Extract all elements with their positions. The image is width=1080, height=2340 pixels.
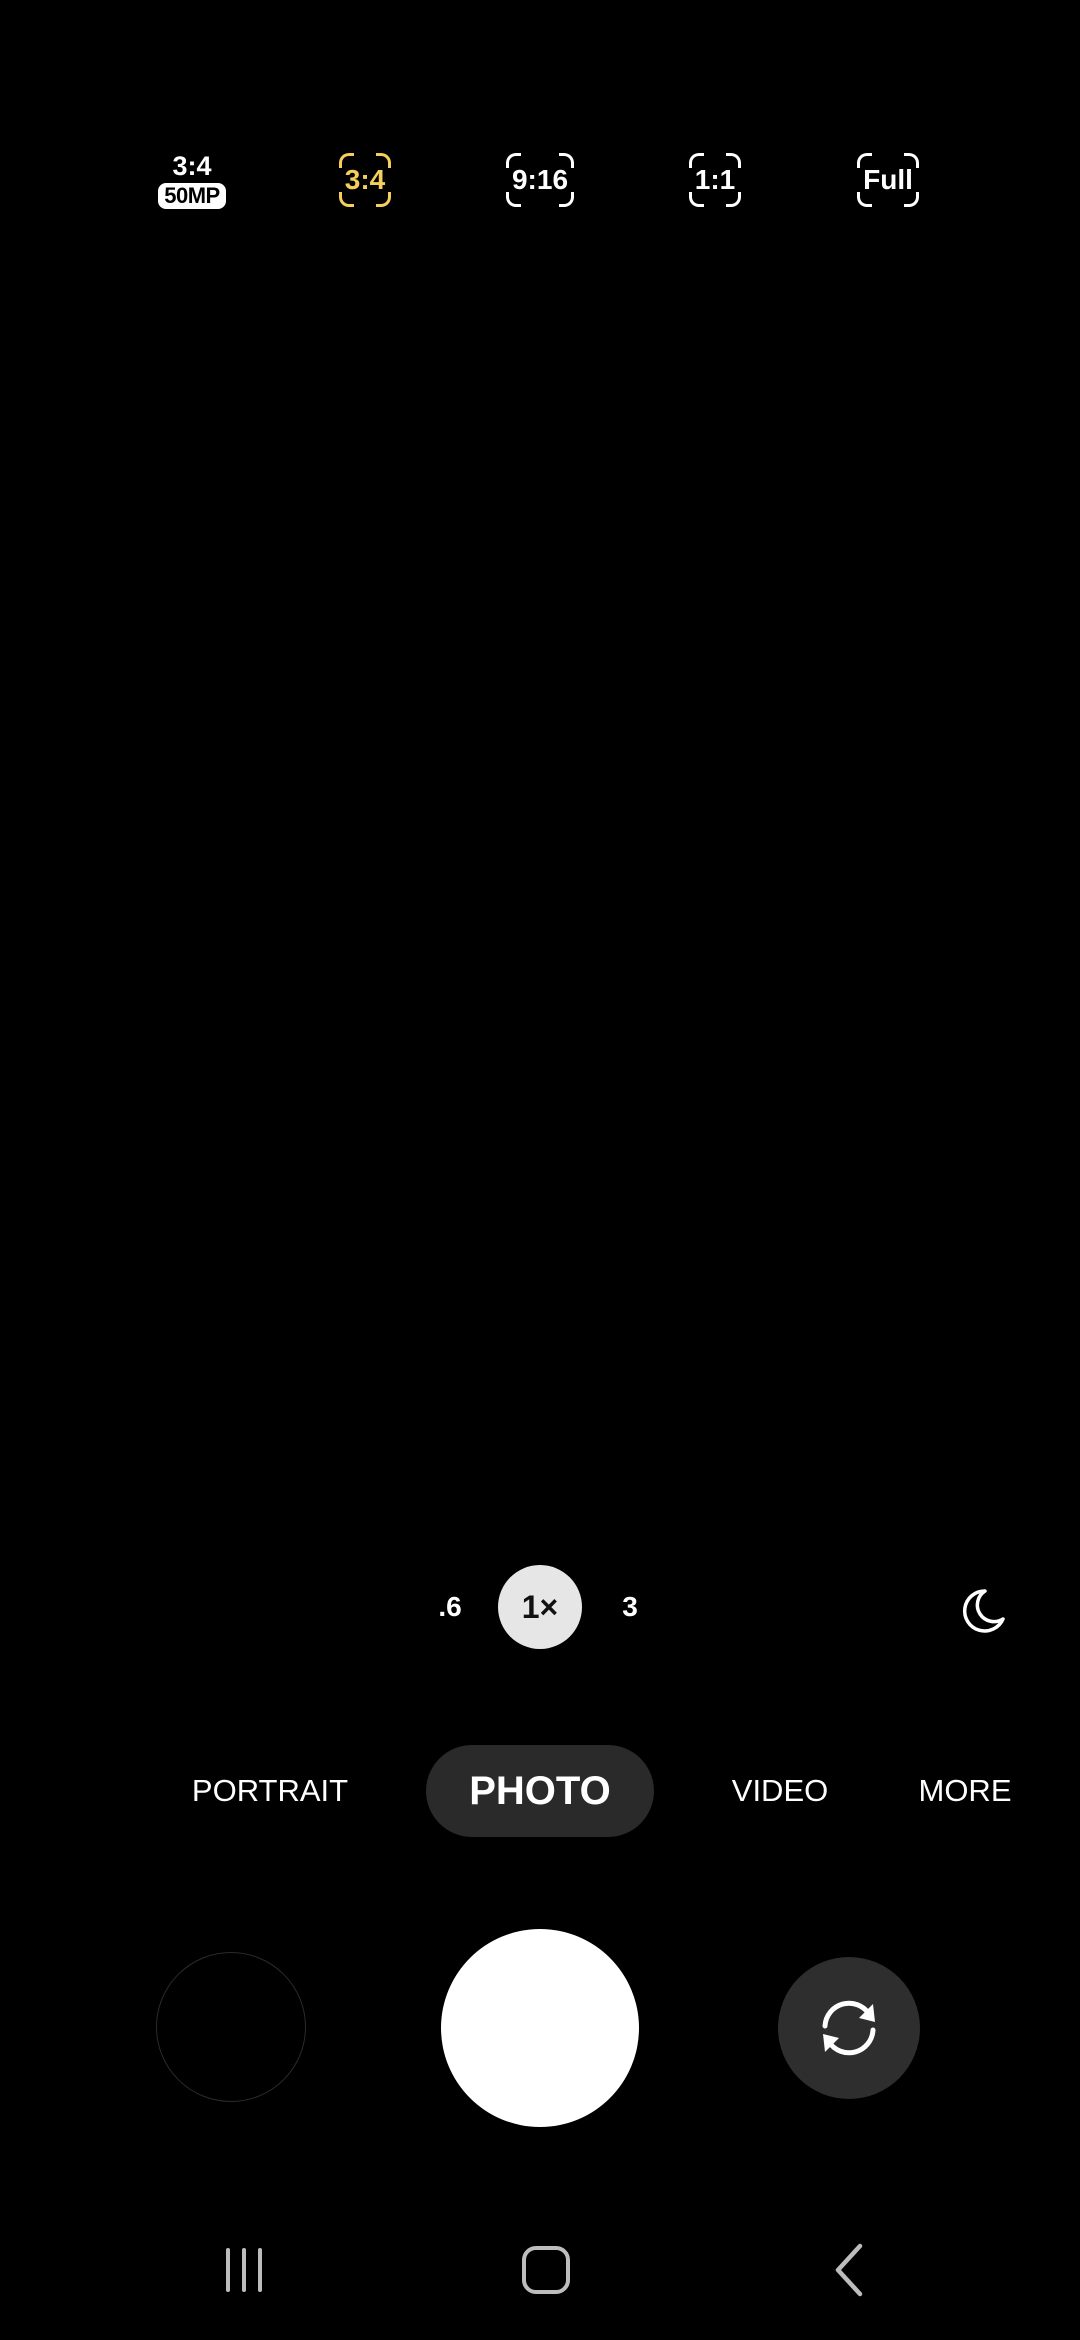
switch-camera-button[interactable]: [778, 1957, 920, 2099]
shutter-button[interactable]: [441, 1929, 639, 2127]
ratio-frame-icon: 9:16: [505, 153, 575, 207]
ratio-3-4-50mp-label: 3:4: [172, 151, 212, 181]
recent-apps-button[interactable]: [204, 2230, 284, 2310]
gallery-thumbnail[interactable]: [156, 1952, 306, 2102]
mode-selector: PORTRAIT PHOTO VIDEO MORE: [0, 1745, 1080, 1837]
night-mode-button[interactable]: [955, 1583, 1011, 1639]
home-icon: [522, 2246, 570, 2294]
ratio-3-4-50mp-option[interactable]: 3:4 50MP: [147, 140, 237, 220]
recent-apps-icon: [226, 2248, 262, 2292]
zoom-1x-button[interactable]: 1×: [498, 1565, 582, 1649]
mode-video[interactable]: VIDEO: [720, 1745, 840, 1837]
camera-screen: 3:4 50MP 3:4 9:16 1:1 Full .6 1× 3 PORTR…: [0, 0, 1080, 2340]
navigation-bar: [0, 2230, 1080, 2310]
ratio-9-16-option[interactable]: 9:16: [505, 140, 575, 220]
ratio-full-option[interactable]: Full: [857, 140, 919, 220]
back-button[interactable]: [810, 2230, 890, 2310]
ratio-frame-icon: 1:1: [688, 153, 742, 207]
switch-camera-icon: [822, 2000, 876, 2056]
mode-more[interactable]: MORE: [905, 1745, 1025, 1837]
zoom-wide-button[interactable]: .6: [428, 1565, 472, 1649]
aspect-ratio-bar: 3:4 50MP 3:4 9:16 1:1 Full: [0, 140, 1080, 220]
ratio-1-1-option[interactable]: 1:1: [685, 140, 745, 220]
viewfinder[interactable]: [0, 260, 1080, 1540]
ratio-frame-icon: 3:4: [338, 153, 392, 207]
zoom-selector: .6 1× 3: [0, 1565, 1080, 1649]
ratio-frame-icon: Full: [857, 153, 919, 207]
mode-portrait[interactable]: PORTRAIT: [180, 1745, 360, 1837]
50mp-badge: 50MP: [158, 183, 226, 209]
ratio-3-4-option[interactable]: 3:4: [335, 140, 395, 220]
back-icon: [835, 2243, 863, 2297]
home-button[interactable]: [506, 2230, 586, 2310]
zoom-tele-button[interactable]: 3: [610, 1565, 650, 1649]
moon-icon: [962, 1589, 1005, 1633]
mode-photo[interactable]: PHOTO: [426, 1745, 654, 1837]
